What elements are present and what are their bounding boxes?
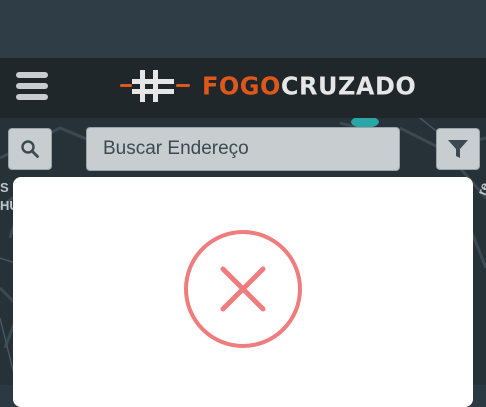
app-logo: FOGOCRUZADO (120, 64, 416, 108)
menu-bar (16, 83, 48, 89)
logo-cruzado-text: CRUZADO (280, 71, 417, 101)
error-x-circle-icon (184, 230, 302, 348)
menu-bar (16, 72, 48, 78)
hashtag-bullet-logo-icon (120, 70, 190, 102)
search-icon (21, 140, 39, 158)
hamburger-menu-button[interactable] (16, 66, 50, 106)
status-bar (0, 0, 486, 58)
map-place-label: S (0, 180, 9, 195)
filter-button[interactable] (436, 128, 480, 170)
menu-bar (16, 94, 48, 100)
logo-wordmark: FOGOCRUZADO (202, 71, 416, 100)
address-search-input[interactable] (86, 127, 400, 171)
logo-fogo-text: FOGO (202, 71, 281, 101)
search-button[interactable] (8, 128, 52, 170)
app-header: FOGOCRUZADO (0, 58, 486, 118)
filter-funnel-icon (448, 140, 468, 158)
error-dialog (13, 177, 473, 407)
